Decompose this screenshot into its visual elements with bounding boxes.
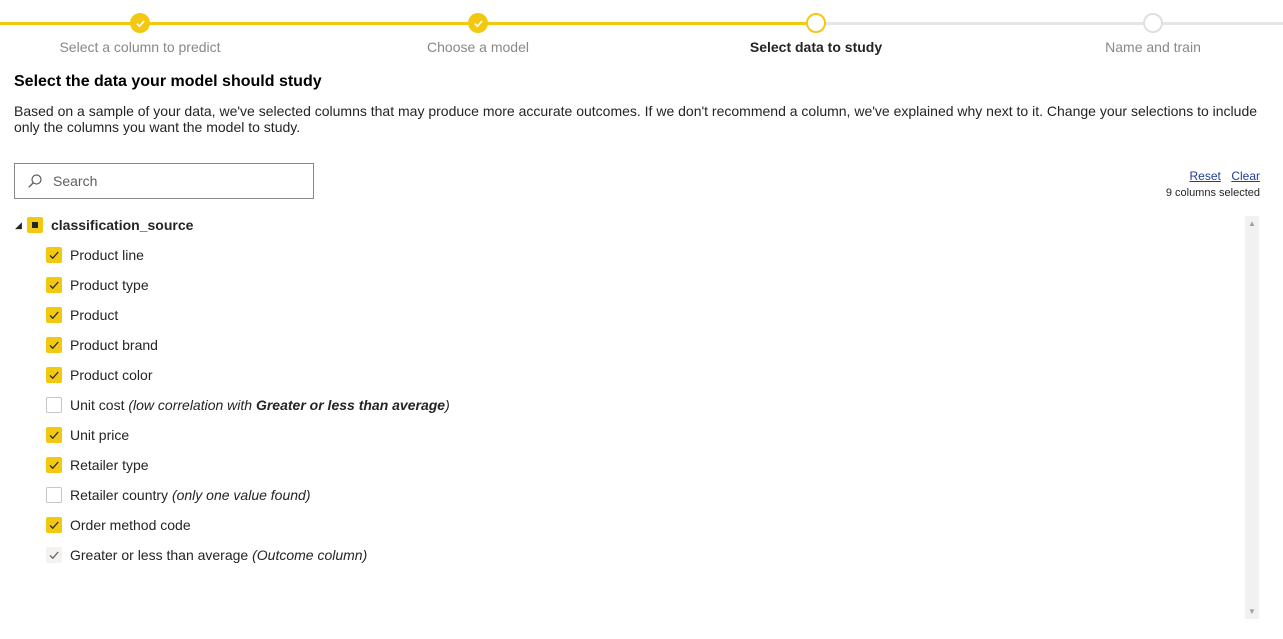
column-tree: ◢ classification_source Product line Prod… (14, 214, 1242, 570)
step-choose-model: Choose a model (328, 13, 628, 55)
check-icon (49, 251, 59, 260)
column-checkbox[interactable] (46, 247, 62, 263)
column-name: Product (70, 307, 119, 323)
column-label: Product line (70, 247, 144, 263)
note-emphasis: Greater or less than average (255, 397, 446, 413)
column-label: Unit price (70, 427, 129, 443)
column-name: Order method code (70, 517, 191, 533)
column-name: Product color (70, 367, 153, 383)
check-icon (49, 551, 59, 560)
scroll-up-icon[interactable]: ▲ (1245, 219, 1259, 228)
column-checkbox[interactable] (46, 307, 62, 323)
selected-count: 9 columns selected (1165, 187, 1260, 199)
column-name: Product line (70, 247, 144, 263)
selection-actions: Reset Clear 9 columns selected (1166, 167, 1260, 199)
column-checkbox[interactable] (46, 367, 62, 383)
clear-link[interactable]: Clear (1231, 169, 1260, 183)
column-checkbox[interactable] (46, 427, 62, 443)
column-name: Retailer country (70, 487, 169, 503)
column-label: Retailer country (only one value found) (70, 487, 310, 503)
column-label: Order method code (70, 517, 191, 533)
column-item[interactable]: Product type (14, 270, 1242, 300)
step-current-icon (806, 13, 826, 33)
column-checkbox[interactable] (46, 337, 62, 353)
note-text: (only one value found) (171, 487, 311, 503)
column-item[interactable]: Product (14, 300, 1242, 330)
column-name: Unit cost (70, 397, 125, 413)
column-item[interactable]: Order method code (14, 510, 1242, 540)
search-input[interactable] (53, 173, 313, 189)
column-checkbox[interactable] (46, 487, 62, 503)
step-select-column: Select a column to predict (0, 13, 290, 55)
search-box[interactable] (14, 163, 314, 199)
note-text: (Outcome column) (252, 547, 368, 563)
search-icon (27, 173, 43, 189)
column-item[interactable]: Greater or less than average (Outcome co… (14, 540, 1242, 570)
note-text-end: ) (445, 397, 450, 413)
column-label: Retailer type (70, 457, 149, 473)
group-partial-checkbox[interactable] (27, 217, 43, 233)
wizard-stepper: Select a column to predict Choose a mode… (0, 0, 1283, 60)
column-label: Product brand (70, 337, 158, 353)
column-item[interactable]: Product line (14, 240, 1242, 270)
column-item[interactable]: Unit cost (low correlation with Greater … (14, 390, 1242, 420)
outcome-check-icon (46, 547, 62, 563)
caret-down-icon[interactable]: ◢ (15, 220, 25, 231)
column-label: Unit cost (low correlation with Greater … (70, 397, 450, 413)
step-complete-icon (130, 13, 150, 33)
tree-group-row[interactable]: ◢ classification_source (14, 214, 1242, 236)
column-label: Product color (70, 367, 152, 383)
check-icon (49, 431, 59, 440)
column-label: Greater or less than average (Outcome co… (70, 547, 367, 563)
check-icon (49, 521, 59, 530)
check-icon (49, 461, 59, 470)
reset-link[interactable]: Reset (1190, 169, 1221, 183)
step-label: Select a column to predict (59, 39, 221, 55)
column-checkbox[interactable] (46, 517, 62, 533)
note-text: (low correlation with (128, 397, 256, 413)
check-icon (49, 281, 59, 290)
scroll-down-icon[interactable]: ▼ (1245, 607, 1259, 616)
page-title: Select the data your model should study (14, 73, 322, 90)
column-checkbox[interactable] (46, 277, 62, 293)
column-item[interactable]: Product color (14, 360, 1242, 390)
column-note: (Outcome column) (252, 547, 367, 563)
column-name: Unit price (70, 427, 130, 443)
group-label: classification_source (51, 217, 194, 233)
column-checkbox[interactable] (46, 397, 62, 413)
column-name: Product type (70, 277, 149, 293)
check-icon (49, 311, 59, 320)
step-label: Name and train (1105, 39, 1201, 55)
step-pending-icon (1143, 13, 1163, 33)
column-item[interactable]: Product brand (14, 330, 1242, 360)
page-description: Based on a sample of your data, we've se… (14, 103, 1258, 135)
column-item[interactable]: Retailer type (14, 450, 1242, 480)
column-note: (low correlation with Greater or less th… (128, 397, 449, 413)
step-complete-icon (468, 13, 488, 33)
column-label: Product (70, 307, 118, 323)
step-label: Choose a model (427, 39, 529, 55)
check-icon (49, 371, 59, 380)
step-select-data: Select data to study (666, 13, 966, 55)
column-checkbox[interactable] (46, 457, 62, 473)
step-name-train: Name and train (1003, 13, 1283, 55)
column-item[interactable]: Unit price (14, 420, 1242, 450)
column-item[interactable]: Retailer country (only one value found) (14, 480, 1242, 510)
step-label: Select data to study (749, 39, 883, 55)
column-name: Greater or less than average (70, 547, 249, 563)
column-name: Retailer type (70, 457, 149, 473)
column-note: (only one value found) (172, 487, 311, 503)
check-icon (49, 341, 59, 350)
column-name: Product brand (70, 337, 158, 353)
column-label: Product type (70, 277, 149, 293)
scrollbar[interactable]: ▲ ▼ (1245, 216, 1259, 619)
